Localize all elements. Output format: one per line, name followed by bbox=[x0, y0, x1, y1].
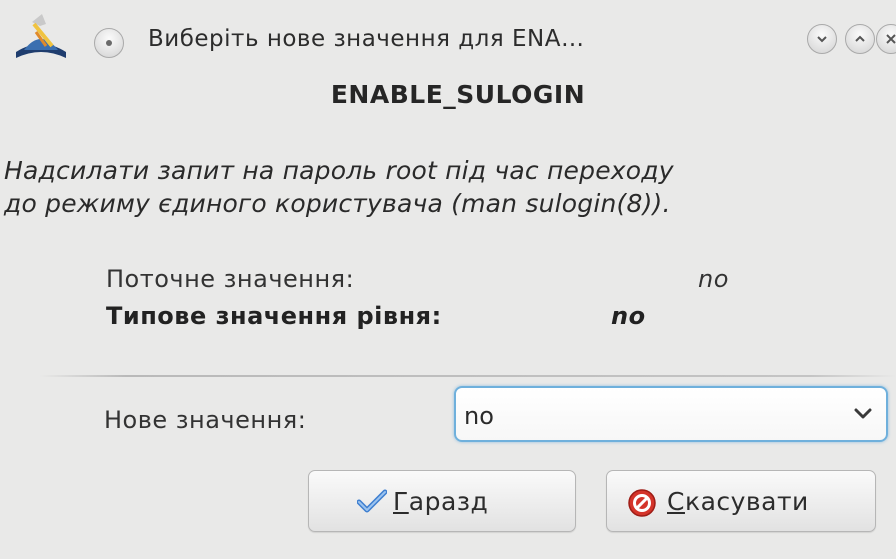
cancel-icon bbox=[628, 489, 656, 517]
default-value: no bbox=[611, 302, 646, 330]
dialog-window: Виберіть нове значення для ENA… ENABLE_S… bbox=[0, 0, 896, 559]
minimize-icon[interactable] bbox=[807, 24, 837, 54]
chevron-down-icon bbox=[854, 408, 872, 419]
cancel-button[interactable]: Скасувати bbox=[606, 470, 876, 532]
new-value-select[interactable]: no bbox=[454, 386, 888, 442]
title-bar[interactable]: Виберіть нове значення для ENA… bbox=[0, 0, 896, 70]
drakconf-hat-icon bbox=[16, 14, 66, 58]
default-value-label: Типове значення рівня: bbox=[106, 302, 442, 330]
new-value-label: Нове значення: bbox=[104, 406, 307, 434]
maximize-icon[interactable] bbox=[845, 24, 875, 54]
window-title: Виберіть нове значення для ENA… bbox=[148, 26, 585, 52]
ok-button-label: Гаразд bbox=[393, 487, 489, 516]
option-description: Надсилати запит на пароль root під час п… bbox=[4, 154, 674, 220]
window-menu-icon[interactable] bbox=[94, 28, 124, 58]
description-line-1: Надсилати запит на пароль root під час п… bbox=[4, 156, 674, 185]
checkmark-icon bbox=[357, 489, 387, 513]
option-name-heading: ENABLE_SULOGIN bbox=[330, 80, 586, 109]
close-icon[interactable] bbox=[876, 24, 896, 54]
cancel-button-label: Скасувати bbox=[667, 487, 809, 516]
new-value-selected: no bbox=[464, 402, 494, 430]
description-line-2: до режиму єдиного користувача (man sulog… bbox=[4, 189, 671, 218]
separator bbox=[40, 375, 896, 377]
ok-button[interactable]: Гаразд bbox=[308, 470, 576, 532]
current-value: no bbox=[698, 265, 729, 293]
current-value-label: Поточне значення: bbox=[106, 265, 355, 293]
